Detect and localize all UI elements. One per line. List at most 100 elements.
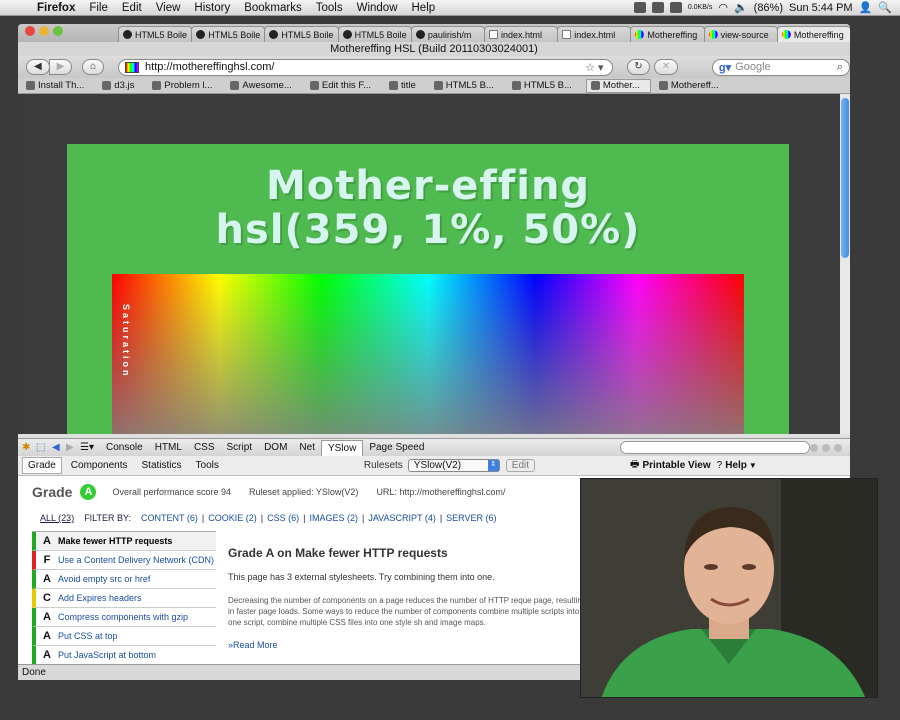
printer-icon[interactable]: 🖶 [630, 457, 639, 474]
firebug-tab-script[interactable]: Script [221, 440, 259, 456]
search-bar[interactable]: g▾ Google ⌕ [711, 58, 850, 76]
inspect-icon[interactable]: ⬚ [36, 442, 52, 453]
bookmark-item[interactable]: title [385, 79, 426, 93]
fb-menu-icon[interactable]: ☰▾ [80, 442, 100, 453]
bookmark-star-icon[interactable]: ☆ ▾ [585, 61, 603, 74]
rule-row[interactable]: A Compress components with gzip [32, 608, 216, 627]
firebug-search-input[interactable] [620, 441, 810, 454]
rule-row[interactable]: C Add Expires headers [32, 589, 216, 608]
filter-css[interactable]: CSS (6) [267, 513, 299, 523]
dropbox-icon[interactable] [651, 2, 664, 13]
rule-row[interactable]: A Make fewer HTTP requests [32, 532, 216, 551]
read-more-link[interactable]: »Read More [228, 640, 588, 651]
browser-tab[interactable]: Mothereffing [630, 26, 705, 42]
user-icon[interactable]: 👤 [859, 1, 873, 14]
reload-button[interactable]: ↻ [626, 59, 651, 75]
menu-file[interactable]: File [82, 2, 115, 14]
firebug-tab-net[interactable]: Net [293, 440, 321, 456]
menu-window[interactable]: Window [350, 2, 405, 14]
menu-history[interactable]: History [187, 2, 237, 14]
spotlight-icon[interactable]: 🔍 [878, 1, 892, 14]
stop-button[interactable]: ✕ [654, 59, 678, 75]
browser-tab[interactable]: HTML5 Boile [264, 26, 339, 42]
chevron-down-icon[interactable]: ▼ [749, 461, 757, 470]
tab-statistics[interactable]: Statistics [137, 458, 187, 473]
bookmark-item[interactable]: Install Th... [22, 79, 94, 93]
help-menu-button[interactable]: Help [725, 460, 747, 471]
rule-row[interactable]: A Avoid empty src or href [32, 570, 216, 589]
overall-score: Overall performance score 94 [112, 487, 232, 497]
menu-help[interactable]: Help [405, 2, 443, 14]
filter-all[interactable]: ALL (23) [40, 513, 74, 523]
filter-cookie[interactable]: COOKIE (2) [208, 513, 257, 523]
browser-tab[interactable]: index.html [484, 26, 559, 42]
evernote-icon[interactable] [669, 2, 682, 13]
edit-ruleset-button[interactable]: Edit [505, 459, 536, 472]
bookmark-item[interactable]: Awesome... [226, 79, 301, 93]
ruleset-select[interactable]: YSlow(V2) ⇕ [407, 459, 500, 472]
battery-level[interactable]: (86%) [754, 2, 783, 14]
menu-view[interactable]: View [149, 2, 188, 14]
menu-app[interactable]: Firefox [30, 2, 82, 14]
bookmark-item[interactable]: d3.js [98, 79, 144, 93]
browser-tab[interactable]: index.html [557, 26, 632, 42]
detail-body: Decreasing the number of components on a… [228, 596, 587, 627]
fb-forward-icon[interactable]: ▶ [66, 442, 80, 453]
filter-content[interactable]: CONTENT (6) [141, 513, 198, 523]
back-button[interactable]: ◀ [26, 59, 50, 75]
firebug-tab-dom[interactable]: DOM [258, 440, 293, 456]
fb-close-icon[interactable] [834, 443, 842, 452]
skype-icon[interactable] [633, 2, 646, 13]
bookmark-item[interactable]: Mother... [585, 78, 651, 93]
url-bar[interactable]: http://mothereffinghsl.com/ ☆ ▾ [118, 58, 613, 76]
bookmark-item[interactable]: Edit this F... [306, 79, 381, 93]
hue-saturation-picker[interactable]: Saturation [112, 274, 744, 434]
browser-tab[interactable]: HTML5 Boile [191, 26, 266, 42]
tab-tools[interactable]: Tools [191, 458, 224, 473]
clock[interactable]: Sun 5:44 PM [789, 2, 853, 14]
bookmark-item[interactable]: Mothereff... [655, 79, 729, 93]
browser-tab[interactable]: HTML5 Boile [337, 26, 412, 42]
rule-row[interactable]: F Use a Content Delivery Network (CDN) [32, 551, 216, 570]
bookmark-item[interactable]: Problem l... [148, 79, 222, 93]
firebug-tab-console[interactable]: Console [100, 440, 149, 456]
zoom-window-button[interactable] [53, 26, 63, 36]
close-window-button[interactable] [25, 26, 35, 36]
browser-tab[interactable]: HTML5 Boile [118, 26, 193, 42]
firebug-tab-page-speed[interactable]: Page Speed [363, 440, 430, 456]
menu-bookmarks[interactable]: Bookmarks [237, 2, 309, 14]
filter-javascript[interactable]: JAVASCRIPT (4) [368, 513, 436, 523]
tab-components[interactable]: Components [66, 458, 133, 473]
page-scrollbar[interactable] [840, 94, 850, 434]
tab-grade[interactable]: Grade [22, 457, 62, 474]
firebug-tab-html[interactable]: HTML [149, 440, 188, 456]
rule-row[interactable]: A Put CSS at top [32, 627, 216, 646]
bookmark-item[interactable]: HTML5 B... [508, 79, 582, 93]
filter-images[interactable]: IMAGES (2) [309, 513, 358, 523]
scrollbar-thumb[interactable] [841, 98, 849, 258]
forward-button[interactable]: ▶ [48, 59, 73, 75]
fb-detach-icon[interactable] [822, 443, 830, 452]
help-icon[interactable]: ? [717, 460, 723, 471]
wifi-icon[interactable]: ◠ [718, 1, 728, 14]
volume-icon[interactable]: 🔈 [734, 1, 748, 14]
menu-edit[interactable]: Edit [115, 2, 149, 14]
browser-tab[interactable]: paulirish/m [410, 26, 486, 42]
home-button[interactable]: ⌂ [82, 59, 105, 75]
fb-back-icon[interactable]: ◀ [52, 442, 66, 453]
browser-tab[interactable]: view-source [703, 26, 778, 42]
search-icon[interactable]: ⌕ [837, 61, 843, 74]
fb-minimize-icon[interactable] [810, 443, 818, 452]
browser-tab[interactable]: Mothereffing [776, 26, 850, 42]
firebug-tab-yslow[interactable]: YSlow [320, 439, 364, 456]
menu-tools[interactable]: Tools [309, 2, 350, 14]
minimize-window-button[interactable] [39, 26, 49, 36]
google-icon[interactable]: g▾ [719, 61, 731, 74]
filter-server[interactable]: SERVER (6) [446, 513, 496, 523]
firebug-icon[interactable]: ✱ [22, 442, 36, 453]
search-input[interactable]: Google [735, 61, 770, 73]
rule-row[interactable]: A Put JavaScript at bottom [32, 646, 216, 665]
printable-view-button[interactable]: Printable View [642, 460, 710, 471]
bookmark-item[interactable]: HTML5 B... [430, 79, 504, 93]
firebug-tab-css[interactable]: CSS [188, 440, 221, 456]
